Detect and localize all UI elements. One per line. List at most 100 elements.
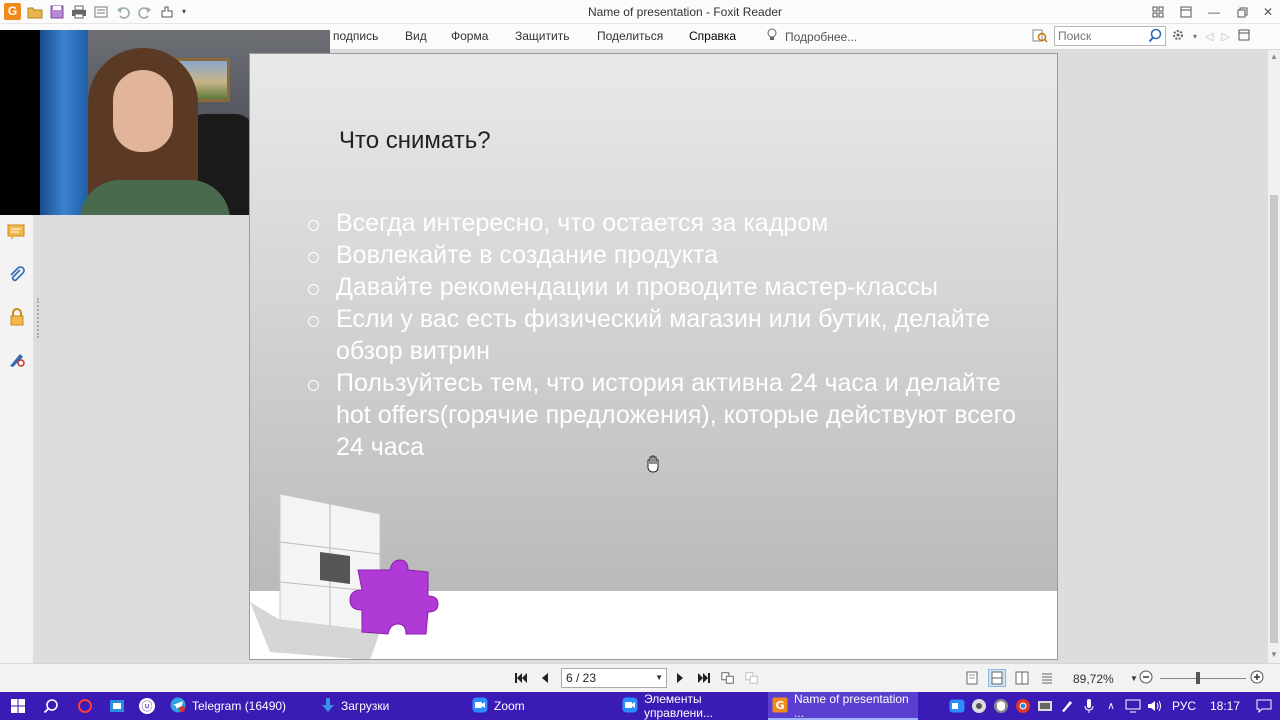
tab-protect[interactable]: Защитить bbox=[515, 29, 569, 43]
zoom-out-icon[interactable] bbox=[1139, 670, 1153, 687]
tell-me-text: Подробнее... bbox=[785, 29, 858, 44]
page-number-field[interactable]: 6 / 23 ▼ bbox=[561, 668, 667, 688]
close-icon[interactable]: ✕ bbox=[1256, 0, 1280, 24]
page-dropdown-icon[interactable]: ▼ bbox=[655, 673, 663, 682]
scroll-down-icon[interactable]: ▼ bbox=[1270, 650, 1278, 659]
open-icon[interactable] bbox=[26, 3, 43, 20]
hand-tool-icon[interactable] bbox=[158, 3, 175, 20]
download-icon bbox=[321, 697, 335, 716]
slide-bullet: Если у вас есть физический магазин или б… bbox=[306, 303, 1026, 367]
bullet-circle-icon bbox=[308, 284, 319, 295]
save-icon[interactable] bbox=[48, 3, 65, 20]
cortana-icon[interactable] bbox=[75, 696, 95, 716]
taskbar-item-telegram[interactable]: Telegram (16490) bbox=[166, 692, 314, 720]
task-view-icon[interactable] bbox=[107, 696, 127, 716]
pinned-app-icon[interactable]: ⓤ bbox=[137, 696, 157, 716]
zoom-icon bbox=[622, 697, 638, 716]
foxit-icon: G bbox=[772, 697, 788, 716]
restore-icon[interactable] bbox=[1228, 0, 1256, 24]
ribbon-options-icon[interactable] bbox=[1172, 0, 1200, 24]
find-icon[interactable] bbox=[1031, 27, 1049, 45]
scrollbar-thumb[interactable] bbox=[1270, 195, 1278, 643]
continuous-page-icon[interactable] bbox=[988, 669, 1006, 687]
taskbar-item-label: Telegram (16490) bbox=[192, 699, 287, 713]
single-page-icon[interactable] bbox=[964, 670, 980, 686]
zoom-slider-thumb[interactable] bbox=[1196, 672, 1200, 684]
taskbar-item-label: Name of presentation ... bbox=[794, 692, 909, 720]
zoom-in-icon[interactable] bbox=[1250, 670, 1264, 687]
tray-onedrive-icon[interactable] bbox=[1034, 692, 1056, 720]
tray-pen-icon[interactable] bbox=[1056, 692, 1078, 720]
hand-cursor-icon bbox=[645, 455, 661, 476]
bullet-text: Если у вас есть физический магазин или б… bbox=[336, 305, 990, 365]
next-result-icon[interactable]: ▷ bbox=[1221, 30, 1229, 43]
clock[interactable]: 18:17 bbox=[1202, 692, 1248, 720]
next-view-icon[interactable] bbox=[745, 670, 759, 686]
tray-app-icon[interactable] bbox=[968, 692, 990, 720]
facing-pages-icon[interactable] bbox=[1014, 670, 1030, 686]
tray-security-icon[interactable] bbox=[990, 692, 1012, 720]
windows-start-icon[interactable] bbox=[8, 696, 28, 716]
zoom-dropdown-icon[interactable]: ▼ bbox=[1130, 674, 1138, 683]
continuous-facing-icon[interactable] bbox=[1039, 670, 1055, 686]
zoom-level[interactable]: 89,72% bbox=[1073, 672, 1114, 686]
network-icon[interactable] bbox=[1122, 692, 1144, 720]
zoom-icon bbox=[472, 697, 488, 716]
grid-layout-icon[interactable] bbox=[1144, 0, 1172, 24]
security-lock-icon[interactable] bbox=[6, 306, 28, 328]
search-icon[interactable] bbox=[1148, 28, 1163, 46]
title-bar: G ▾ Name of presentation - Foxit Reader bbox=[0, 0, 1280, 24]
signature-tool-icon[interactable] bbox=[6, 348, 28, 370]
tell-me-box[interactable]: Подробнее... bbox=[766, 28, 857, 45]
bullet-circle-icon bbox=[308, 220, 319, 231]
previous-result-icon[interactable]: ◁ bbox=[1205, 30, 1213, 43]
redo-icon[interactable] bbox=[136, 3, 153, 20]
windows-taskbar: ⓤ Telegram (16490) Загрузки Zoom Элемент… bbox=[0, 692, 1280, 720]
taskbar-item-downloads[interactable]: Загрузки bbox=[317, 692, 465, 720]
taskbar-item-zoom[interactable]: Zoom bbox=[468, 692, 616, 720]
tab-share[interactable]: Поделиться bbox=[597, 29, 663, 43]
taskbar-item-zoom-controls[interactable]: Элементы управлени... bbox=[618, 692, 766, 720]
attachment-icon[interactable] bbox=[6, 264, 28, 286]
settings-dropdown-icon[interactable]: ▾ bbox=[1193, 32, 1197, 41]
telegram-icon bbox=[170, 697, 186, 716]
previous-page-icon[interactable] bbox=[538, 670, 552, 686]
presentation-slide: Что снимать? Всегда интересно, что остае… bbox=[249, 53, 1058, 660]
previous-view-icon[interactable] bbox=[721, 670, 735, 686]
tab-help[interactable]: Справка bbox=[689, 29, 736, 43]
first-page-icon[interactable] bbox=[514, 670, 528, 686]
zoom-slider[interactable] bbox=[1160, 678, 1246, 679]
volume-icon[interactable] bbox=[1144, 692, 1166, 720]
last-page-icon[interactable] bbox=[697, 670, 711, 686]
print-icon[interactable] bbox=[70, 3, 87, 20]
tab-form[interactable]: Форма bbox=[451, 29, 488, 43]
properties-icon[interactable] bbox=[92, 3, 109, 20]
comments-icon[interactable] bbox=[6, 222, 28, 244]
slide-bullet: Вовлекайте в создание продукта bbox=[306, 239, 1026, 271]
settings-icon[interactable] bbox=[1171, 28, 1185, 45]
show-hidden-icons-icon[interactable]: ∧ bbox=[1100, 692, 1122, 720]
language-indicator[interactable]: РУС bbox=[1166, 692, 1202, 720]
taskbar-item-foxit[interactable]: G Name of presentation ... bbox=[768, 692, 918, 720]
foxit-logo-icon[interactable]: G bbox=[4, 3, 21, 20]
puzzle-illustration bbox=[250, 493, 439, 659]
status-bar: 6 / 23 ▼ 89,72% ▼ bbox=[0, 663, 1280, 692]
search-input[interactable] bbox=[1055, 27, 1145, 45]
microphone-icon[interactable] bbox=[1078, 692, 1100, 720]
notifications-icon[interactable] bbox=[1248, 692, 1280, 720]
tray-chrome-icon[interactable] bbox=[1012, 692, 1034, 720]
scroll-up-icon[interactable]: ▲ bbox=[1270, 52, 1278, 61]
page-view-modes bbox=[964, 669, 1055, 687]
taskbar-search-icon[interactable] bbox=[41, 696, 61, 716]
tab-signature[interactable]: подпись bbox=[333, 29, 378, 43]
minimize-icon[interactable]: — bbox=[1200, 0, 1228, 24]
tray-zoom-icon[interactable] bbox=[946, 692, 968, 720]
sidebar-resize-handle[interactable] bbox=[37, 298, 39, 338]
search-field[interactable] bbox=[1054, 26, 1166, 46]
pin-icon[interactable] bbox=[1238, 29, 1250, 44]
next-page-icon[interactable] bbox=[673, 670, 687, 686]
tab-view[interactable]: Вид bbox=[405, 29, 427, 43]
undo-icon[interactable] bbox=[114, 3, 131, 20]
customize-toolbar-icon[interactable]: ▾ bbox=[180, 3, 188, 20]
vertical-scrollbar[interactable]: ▲ ▼ bbox=[1267, 50, 1280, 663]
